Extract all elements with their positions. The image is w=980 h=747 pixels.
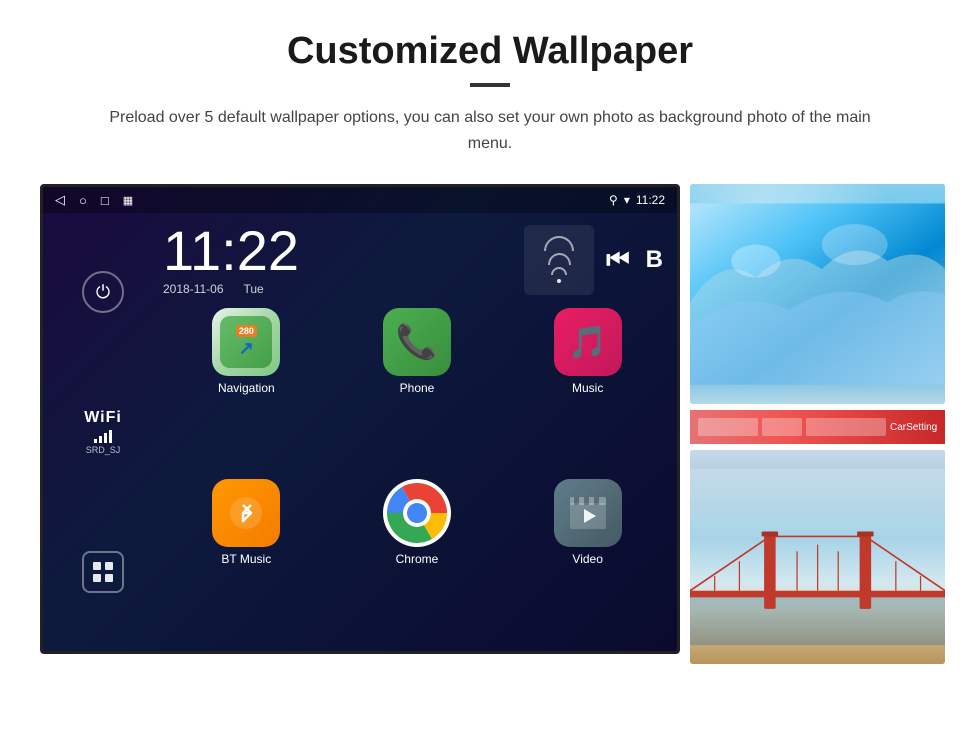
page-title: Customized Wallpaper <box>287 30 693 73</box>
chrome-label: Chrome <box>396 552 439 566</box>
power-button[interactable]: ⏻ <box>82 271 124 313</box>
android-screen: ◁ ○ □ ▦ ⚲ ▾ 11:22 ⏻ WiFi <box>40 184 680 654</box>
music-label: Music <box>572 381 603 395</box>
strip-bar-3 <box>806 418 886 436</box>
app-chrome[interactable]: Chrome <box>334 479 501 646</box>
navigation-icon: 280 ↗ <box>212 308 280 376</box>
bridge-wallpaper-svg <box>690 450 945 664</box>
top-icons: ⏮ B <box>524 225 667 295</box>
status-right: ⚲ ▾ 11:22 <box>609 193 665 207</box>
bluetooth-glyph <box>228 495 264 531</box>
status-time: 11:22 <box>636 193 665 207</box>
bt-music-label: BT Music <box>221 552 271 566</box>
music-glyph: 🎵 <box>568 323 608 361</box>
chrome-glyph <box>387 483 447 543</box>
screen-sidebar: ⏻ WiFi SRD_SJ <box>43 213 163 651</box>
music-icon: 🎵 <box>554 308 622 376</box>
strip-bar-1 <box>698 418 758 436</box>
wifi-arcs <box>544 236 574 283</box>
apps-grid-icon <box>92 561 114 583</box>
strip-bar-2 <box>762 418 802 436</box>
bar4 <box>109 430 112 443</box>
recent-icon[interactable]: □ <box>101 193 109 208</box>
app-music[interactable]: 🎵 Music <box>504 308 671 475</box>
bt-music-icon <box>212 479 280 547</box>
bar3 <box>104 433 107 443</box>
clock-day: Tue <box>244 282 264 296</box>
clock-time: 11:22 <box>163 223 514 279</box>
screen-body: ⏻ WiFi SRD_SJ <box>43 213 677 651</box>
phone-icon: 📞 <box>383 308 451 376</box>
clock-area: 11:22 2018-11-06 Tue <box>163 223 514 296</box>
power-icon: ⏻ <box>96 282 110 303</box>
clock-date: 2018-11-06 Tue <box>163 282 514 296</box>
media-k-icon[interactable]: ⏮ <box>602 244 633 276</box>
media-b-icon[interactable]: B <box>642 246 667 274</box>
wifi-ssid: SRD_SJ <box>86 445 121 455</box>
content-area: ◁ ○ □ ▦ ⚲ ▾ 11:22 ⏻ WiFi <box>40 184 940 664</box>
wifi-dot <box>557 279 561 283</box>
carsetting-label: CarSetting <box>890 422 937 433</box>
nav-arrow: ↗ <box>239 338 254 359</box>
nav-road-number: 280 <box>236 325 257 337</box>
video-glyph <box>568 495 608 531</box>
bar2 <box>99 436 102 443</box>
wallpaper-thumbnails: CarSetting <box>680 184 945 664</box>
wifi-status-icon: ▾ <box>624 193 630 207</box>
wallpaper-strip: CarSetting <box>690 410 945 444</box>
chrome-icon <box>383 479 451 547</box>
video-label: Video <box>572 552 602 566</box>
title-divider <box>470 83 510 87</box>
status-bar: ◁ ○ □ ▦ ⚲ ▾ 11:22 <box>43 187 677 213</box>
app-video[interactable]: Video <box>504 479 671 646</box>
video-icon <box>554 479 622 547</box>
ice-wallpaper-svg <box>690 184 945 404</box>
screen-top: 11:22 2018-11-06 Tue <box>163 213 677 302</box>
wifi-bars <box>94 429 112 443</box>
clock-date-value: 2018-11-06 <box>163 282 224 296</box>
wifi-label: WiFi <box>84 409 122 427</box>
home-icon[interactable]: ○ <box>79 193 87 208</box>
bar1 <box>94 439 97 443</box>
wallpaper-ice[interactable] <box>690 184 945 404</box>
screen-main: 11:22 2018-11-06 Tue <box>163 213 677 651</box>
phone-glyph: 📞 <box>396 322 438 362</box>
apps-grid: 280 ↗ Navigation 📞 Phone <box>163 302 677 651</box>
back-icon[interactable]: ◁ <box>55 192 65 208</box>
wifi-arc-small <box>551 267 567 275</box>
apps-button[interactable] <box>82 551 124 593</box>
nav-inner: 280 ↗ <box>236 325 257 359</box>
app-phone[interactable]: 📞 Phone <box>334 308 501 475</box>
app-navigation[interactable]: 280 ↗ Navigation <box>163 308 330 475</box>
wifi-arc-large <box>544 236 574 251</box>
location-icon: ⚲ <box>609 193 618 207</box>
page-subtitle: Preload over 5 default wallpaper options… <box>100 105 880 156</box>
phone-label: Phone <box>400 381 435 395</box>
app-bt-music[interactable]: BT Music <box>163 479 330 646</box>
wifi-arc-medium <box>548 253 571 265</box>
wallpaper-bridge[interactable] <box>690 450 945 664</box>
screenshot-icon[interactable]: ▦ <box>123 194 133 207</box>
navigation-label: Navigation <box>218 381 275 395</box>
wifi-info: WiFi SRD_SJ <box>84 409 122 455</box>
wifi-signal-box[interactable] <box>524 225 594 295</box>
nav-icons: ◁ ○ □ ▦ <box>55 192 133 208</box>
